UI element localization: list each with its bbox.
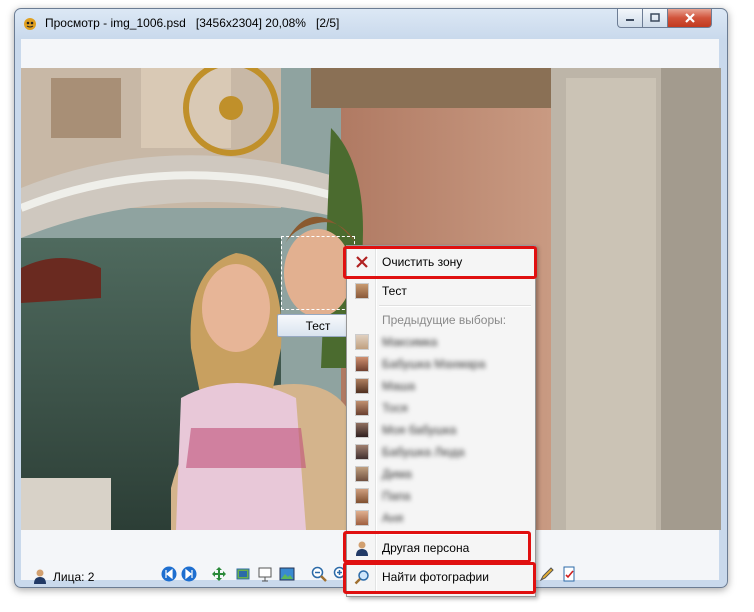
highlight-clear-zone — [343, 246, 537, 279]
menu-item-label: Тося — [382, 401, 408, 415]
menu-separator — [379, 305, 531, 307]
person-thumb-icon — [354, 378, 370, 394]
menu-item-previous-person[interactable]: Аня — [349, 507, 533, 529]
person-thumb-icon — [354, 400, 370, 416]
menu-item-current-person[interactable]: Тест — [349, 280, 533, 302]
menu-header-label: Предыдущие выборы: — [382, 313, 507, 327]
minimize-button[interactable] — [617, 9, 643, 28]
fit-screen-icon[interactable] — [235, 566, 251, 582]
menu-item-label: Бабушка Махмара — [382, 357, 486, 371]
menu-item-label: Аня — [382, 511, 404, 525]
highlight-other-person — [343, 531, 531, 563]
first-image-icon[interactable] — [161, 566, 177, 582]
toolbar-area — [21, 39, 719, 69]
image-icon[interactable] — [279, 566, 295, 582]
move-icon[interactable] — [211, 566, 227, 582]
person-thumb-icon — [354, 356, 370, 372]
title-bar[interactable]: Просмотр - img_1006.psd [3456x2304] 20,0… — [15, 9, 727, 39]
menu-item-previous-person[interactable]: Бабушка Махмара — [349, 353, 533, 375]
menu-item-previous-person[interactable]: Моя бабушка — [349, 419, 533, 441]
last-image-icon[interactable] — [181, 566, 197, 582]
properties-icon[interactable] — [561, 566, 577, 582]
maximize-icon — [650, 13, 660, 22]
person-thumb-icon — [354, 510, 370, 526]
minimize-icon — [626, 19, 634, 21]
menu-item-previous-person[interactable]: Тося — [349, 397, 533, 419]
menu-item-label: Максимка — [382, 335, 438, 349]
zoom-out-icon[interactable] — [311, 566, 327, 582]
menu-item-previous-person[interactable]: Дима — [349, 463, 533, 485]
highlight-find-photos — [343, 562, 536, 594]
menu-header-previous: Предыдущие выборы: — [349, 309, 533, 331]
maximize-button[interactable] — [642, 9, 668, 28]
person-icon — [34, 569, 46, 584]
menu-item-previous-person[interactable]: Бабушка Люда — [349, 441, 533, 463]
person-thumb-icon — [354, 466, 370, 482]
menu-item-previous-person[interactable]: Максимка — [349, 331, 533, 353]
close-button[interactable] — [667, 9, 712, 28]
menu-item-previous-person[interactable]: Папа — [349, 485, 533, 507]
window-title: Просмотр - img_1006.psd [3456x2304] 20,0… — [45, 16, 340, 30]
edit-icon[interactable] — [539, 566, 555, 582]
app-icon — [24, 18, 36, 30]
person-thumb-icon — [354, 422, 370, 438]
menu-item-label: Тест — [382, 284, 407, 298]
person-thumb-icon — [354, 283, 370, 299]
person-thumb-icon — [354, 488, 370, 504]
person-thumb-icon — [354, 444, 370, 460]
person-thumb-icon — [354, 334, 370, 350]
close-icon — [684, 13, 695, 23]
menu-item-label: Маша — [382, 379, 416, 393]
menu-item-label: Бабушка Люда — [382, 445, 465, 459]
menu-item-label: Моя бабушка — [382, 423, 457, 437]
slideshow-icon[interactable] — [257, 566, 273, 582]
menu-item-label: Дима — [382, 467, 412, 481]
menu-item-label: Папа — [382, 489, 411, 503]
menu-item-previous-person[interactable]: Маша — [349, 375, 533, 397]
faces-count: Лица: 2 — [53, 570, 95, 584]
